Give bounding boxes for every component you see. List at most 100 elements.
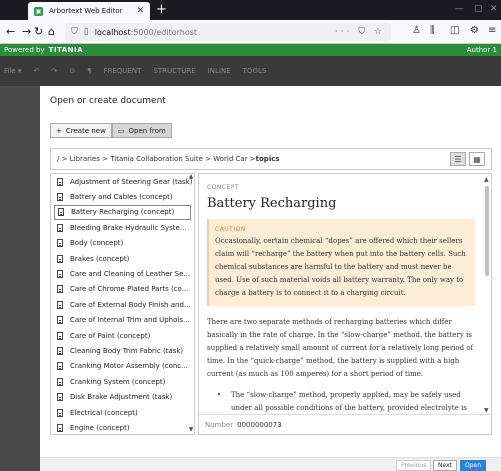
preview-content[interactable]: CONCEPT Battery Recharging CAUTION Occas… xyxy=(199,174,483,416)
document-icon xyxy=(57,285,63,294)
scroll-thumb[interactable] xyxy=(485,186,489,276)
document-icon xyxy=(57,270,63,279)
document-icon xyxy=(57,408,63,417)
next-button[interactable]: Next xyxy=(433,460,457,471)
open-from-button[interactable]: ▭ Open from xyxy=(111,123,172,138)
list-item[interactable]: Adjustment of Steering Gear (task) xyxy=(51,174,194,189)
list-item-label: Cranking System (concept) xyxy=(70,377,166,386)
list-item[interactable]: Engine (concept) xyxy=(51,420,194,434)
page-icon: ▯ xyxy=(83,27,89,37)
document-icon xyxy=(58,208,64,217)
document-icon xyxy=(57,362,63,371)
document-preview: CONCEPT Battery Recharging CAUTION Occas… xyxy=(198,173,492,435)
undo-icon[interactable]: ↶ xyxy=(33,67,39,75)
extension-icon[interactable]: ⚙ xyxy=(470,25,479,36)
menu-icon[interactable]: ≡ xyxy=(488,25,496,36)
list-item[interactable]: Cleaning Body Trim Fabric (task) xyxy=(51,343,194,358)
list-item[interactable]: Care of Chrome Plated Parts (co... xyxy=(51,282,194,297)
dialog-title: Open or create document xyxy=(50,96,166,106)
list-item[interactable]: Disk Brake Adjustment (task) xyxy=(51,389,194,404)
account-icon[interactable]: ♙ xyxy=(412,25,421,36)
list-item[interactable]: Care of External Body Finish and... xyxy=(51,297,194,312)
create-new-label: Create new xyxy=(65,126,106,135)
list-item[interactable]: Battery Recharging (concept) xyxy=(54,204,191,221)
shield-icon[interactable]: ⛉ xyxy=(71,27,78,37)
maximize-icon[interactable]: ▢ xyxy=(474,4,483,14)
home-icon[interactable]: ⌂ xyxy=(48,25,55,38)
close-window-icon[interactable]: ✕ xyxy=(490,4,498,14)
document-icon xyxy=(57,177,63,186)
list-item[interactable]: Battery and Cables (concept) xyxy=(51,189,194,204)
list-view-icon[interactable]: ☰ xyxy=(450,152,466,166)
list-item[interactable]: Care and Cleaning of Leather Se... xyxy=(51,266,194,281)
breadcrumb-path[interactable]: / > Libraries > Titania Collaboration Su… xyxy=(57,155,256,163)
list-item[interactable]: Care of Paint (concept) xyxy=(51,328,194,343)
scroll-down-icon[interactable]: ▼ xyxy=(187,426,195,433)
format-icon[interactable]: ¶ xyxy=(87,67,91,75)
menu-structure[interactable]: STRUCTURE xyxy=(153,67,195,75)
app-favicon-icon: ▣ xyxy=(34,6,43,16)
page-actions-icons[interactable]: ··· ⛉ ☆ xyxy=(335,27,385,37)
document-icon xyxy=(57,393,63,402)
list-item[interactable]: Care of Internal Trim and Uphols... xyxy=(51,313,194,328)
browser-tab-strip: ▣ Arbortext Web Editor ✕ + — ▢ ✕ xyxy=(0,0,501,20)
list-item-label: Engine (concept) xyxy=(70,423,130,432)
topic-type-label: CONCEPT xyxy=(207,184,240,191)
breadcrumb-current: topics xyxy=(255,155,280,163)
url-host: localhost xyxy=(94,27,131,37)
dialog-mode-buttons: + Create new ▭ Open from xyxy=(50,123,172,138)
list-item[interactable]: Bleeding Brake Hydraulic Syste... xyxy=(51,220,194,235)
caution-label: CAUTION xyxy=(215,226,246,233)
browser-navbar: ← → ↻ ⌂ ⛉ ▯ localhost :5000/editorhost ·… xyxy=(0,20,501,44)
tab-title: Arbortext Web Editor xyxy=(49,7,123,15)
list-item[interactable]: Brakes (concept) xyxy=(51,251,194,266)
grid-view-icon[interactable]: ▦ xyxy=(469,152,485,166)
list-scrollbar[interactable]: ▲ ▼ xyxy=(187,173,195,435)
create-new-button[interactable]: + Create new xyxy=(50,123,112,138)
list-item-label: Body (concept) xyxy=(70,239,124,248)
minimize-icon[interactable]: — xyxy=(455,4,464,14)
list-item[interactable]: Cranking Motor Assembly (conc... xyxy=(51,359,194,374)
body-paragraph: There are two separate methods of rechar… xyxy=(207,318,474,378)
document-icon xyxy=(57,239,63,248)
folder-open-icon: ▭ xyxy=(117,126,125,135)
back-icon[interactable]: ← xyxy=(6,25,15,38)
url-bar[interactable]: ⛉ ▯ localhost :5000/editorhost ··· ⛉ ☆ xyxy=(65,23,391,41)
list-item-label: Cranking Motor Assembly (conc... xyxy=(70,362,188,371)
open-button[interactable]: Open xyxy=(460,460,487,471)
document-icon xyxy=(57,254,63,263)
close-tab-icon[interactable]: ✕ xyxy=(136,6,144,16)
menu-tools[interactable]: TOOLS xyxy=(243,67,267,75)
library-icon[interactable]: ⫼ xyxy=(430,25,435,36)
forward-icon[interactable]: → xyxy=(22,25,31,38)
scroll-down-icon[interactable]: ▼ xyxy=(484,407,489,414)
document-list: Adjustment of Steering Gear (task) Batter… xyxy=(50,173,195,435)
list-item-label: Care of External Body Finish and... xyxy=(70,300,191,309)
url-path: :5000/editorhost xyxy=(130,27,198,37)
powered-by-label: Powered by xyxy=(4,46,45,54)
list-item[interactable]: Electrical (concept) xyxy=(51,405,194,420)
scroll-up-icon[interactable]: ▲ xyxy=(187,173,195,180)
redo-icon[interactable]: ↷ xyxy=(51,67,57,75)
new-tab-icon[interactable]: + xyxy=(156,2,167,17)
history-icon[interactable]: ⊙ xyxy=(69,67,75,75)
list-item-label: Disk Brake Adjustment (task) xyxy=(70,393,173,402)
menu-frequent[interactable]: FREQUENT xyxy=(104,67,142,75)
browser-tab[interactable]: ▣ Arbortext Web Editor ✕ xyxy=(28,2,150,20)
scroll-up-icon[interactable]: ▲ xyxy=(484,176,489,183)
list-item[interactable]: Cranking System (concept) xyxy=(51,374,194,389)
list-item-label: Electrical (concept) xyxy=(70,408,138,417)
previous-button[interactable]: Previous xyxy=(396,460,432,471)
menu-inline[interactable]: INLINE xyxy=(208,67,231,75)
document-icon xyxy=(57,331,63,340)
preview-scrollbar[interactable]: ▲ ▼ xyxy=(484,176,490,414)
list-item-label: Care and Cleaning of Leather Se... xyxy=(70,270,191,279)
caution-box: CAUTION Occasionally, certain chemical “… xyxy=(207,219,475,306)
plus-icon: + xyxy=(56,126,62,135)
author-label[interactable]: Author 1 xyxy=(467,46,497,54)
sidebar-icon[interactable]: ◫ xyxy=(450,25,459,36)
reload-icon[interactable]: ↻ xyxy=(34,25,43,38)
document-icon xyxy=(57,223,63,232)
list-item[interactable]: Body (concept) xyxy=(51,236,194,251)
menu-file[interactable]: File ▾ xyxy=(4,67,21,75)
